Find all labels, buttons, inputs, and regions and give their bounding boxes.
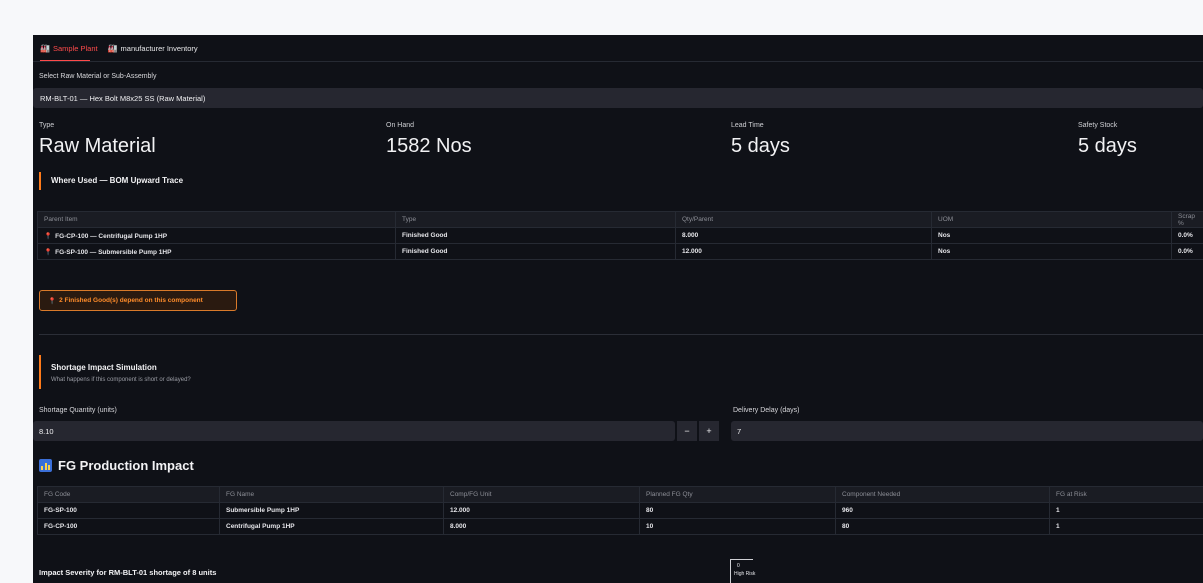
table-header-row: Parent Item Type Qty/Parent UOM Scrap % [37,211,1203,228]
table-header-row: FG Code FG Name Comp/FG Unit Planned FG … [37,486,1203,503]
table-row[interactable]: FG-SP-100 Submersible Pump 1HP 12.000 80… [37,502,1203,519]
cell: Nos [931,227,1172,244]
increment-button[interactable]: + [699,421,719,441]
metric-leadtime-value: 5 days [731,135,790,157]
where-used-title: Where Used — BOM Upward Trace [51,176,184,185]
column-header[interactable]: UOM [931,211,1172,228]
metric-safety-label: Safety Stock [1078,122,1118,129]
metric-onhand-value: 1582 Nos [386,135,472,157]
table-row[interactable]: 📍 FG-CP-100 — Centrifugal Pump 1HP Finish… [37,227,1203,244]
delay-value: 7 [737,426,742,436]
metric-type-value: Raw Material [39,135,156,157]
table-row[interactable]: 📍 FG-SP-100 — Submersible Pump 1HP Finish… [37,243,1203,260]
column-header[interactable]: Scrap % [1171,211,1203,228]
section-divider [39,334,1203,335]
select-label: Select Raw Material or Sub-Assembly [39,73,157,80]
cell: 960 [835,502,1050,519]
cell: 8.000 [443,518,640,535]
shortage-heading: Shortage Impact Simulation What happens … [39,355,191,389]
shortage-qty-input[interactable]: 8.10 [33,421,675,441]
tab-label: Sample Plant [52,44,98,53]
cell: FG-SP-100 [37,502,220,519]
select-value: RM-BLT-01 — Hex Bolt M8x25 SS (Raw Mater… [40,93,206,103]
tab-bar: 🏭 Sample Plant 🏭 manufacturer Inventory [40,44,198,57]
cell: FG-SP-100 — Submersible Pump 1HP [55,248,172,256]
column-header[interactable]: Parent Item [37,211,396,228]
cell: Centrifugal Pump 1HP [219,518,444,535]
metric-type-label: Type [39,122,55,129]
column-header[interactable]: Planned FG Qty [639,486,836,503]
pushpin-icon: 📍 [44,248,53,256]
column-header[interactable]: Type [395,211,676,228]
cell: Submersible Pump 1HP [219,502,444,519]
shortage-title: Shortage Impact Simulation [51,363,157,372]
material-select[interactable]: RM-BLT-01 — Hex Bolt M8x25 SS (Raw Mater… [33,88,1203,108]
factory-icon: 🏭 [40,44,50,53]
table-row[interactable]: FG-CP-100 Centrifugal Pump 1HP 8.000 10 … [37,518,1203,535]
shortage-qty-label: Shortage Quantity (units) [39,407,117,414]
factory-icon: 🏭 [107,44,118,53]
dependency-badge: 📍 2 Finished Good(s) depend on this comp… [39,290,237,311]
cell: Finished Good [395,227,676,244]
cell: FG-CP-100 — Centrifugal Pump 1HP [55,232,168,240]
delay-label: Delivery Delay (days) [733,407,800,414]
cell: 0.0% [1171,227,1203,244]
fg-impact-heading: FG Production Impact [39,458,194,473]
column-header[interactable]: Qty/Parent [675,211,932,228]
plus-icon: + [706,426,712,436]
delay-input[interactable]: 7 [731,421,1203,441]
minus-icon: − [684,426,690,436]
fg-impact-title: FG Production Impact [58,458,194,473]
pushpin-icon: 📍 [48,297,57,305]
where-used-table: Parent Item Type Qty/Parent UOM Scrap % … [37,211,1203,260]
metric-onhand-label: On Hand [386,122,415,129]
column-header[interactable]: FG Name [219,486,444,503]
severity-title: Impact Severity for RM-BLT-01 shortage o… [39,568,217,577]
cell: FG-CP-100 [37,518,220,535]
metric-safety-value: 5 days [1078,135,1137,157]
metric-leadtime-label: Lead Time [731,122,764,129]
cell: 80 [835,518,1050,535]
risk-label: High Risk [734,571,756,577]
decrement-button[interactable]: − [677,421,697,441]
column-header[interactable]: Component Needed [835,486,1050,503]
cell: 0.0% [1171,243,1203,260]
pushpin-icon: 📍 [44,232,53,240]
cell: 12.000 [675,243,932,260]
risk-legend: 0 High Risk [730,559,756,583]
badge-text: 2 Finished Good(s) depend on this compon… [59,297,203,304]
cell: 80 [639,502,836,519]
tab-label: manufacturer Inventory [120,44,198,53]
bar-chart-icon [39,459,52,472]
cell: 1 [1049,518,1203,535]
column-header[interactable]: FG at Risk [1049,486,1203,503]
cell: 1 [1049,502,1203,519]
column-header[interactable]: Comp/FG Unit [443,486,640,503]
cell: 8.000 [675,227,932,244]
shortage-subtitle: What happens if this component is short … [51,377,191,383]
tab-manufacturer-inventory[interactable]: 🏭 manufacturer Inventory [108,44,198,57]
tab-divider [33,61,1203,62]
fg-impact-table: FG Code FG Name Comp/FG Unit Planned FG … [37,486,1203,535]
cell: Finished Good [395,243,676,260]
column-header[interactable]: FG Code [37,486,220,503]
cell: 10 [639,518,836,535]
where-used-heading: Where Used — BOM Upward Trace [39,172,183,190]
app-frame: 🏭 Sample Plant 🏭 manufacturer Inventory … [33,35,1203,583]
cell: Nos [931,243,1172,260]
risk-tick: 0 [737,563,740,569]
cell: 12.000 [443,502,640,519]
tab-sample-plant[interactable]: 🏭 Sample Plant [40,44,98,57]
shortage-qty-value: 8.10 [39,426,54,436]
